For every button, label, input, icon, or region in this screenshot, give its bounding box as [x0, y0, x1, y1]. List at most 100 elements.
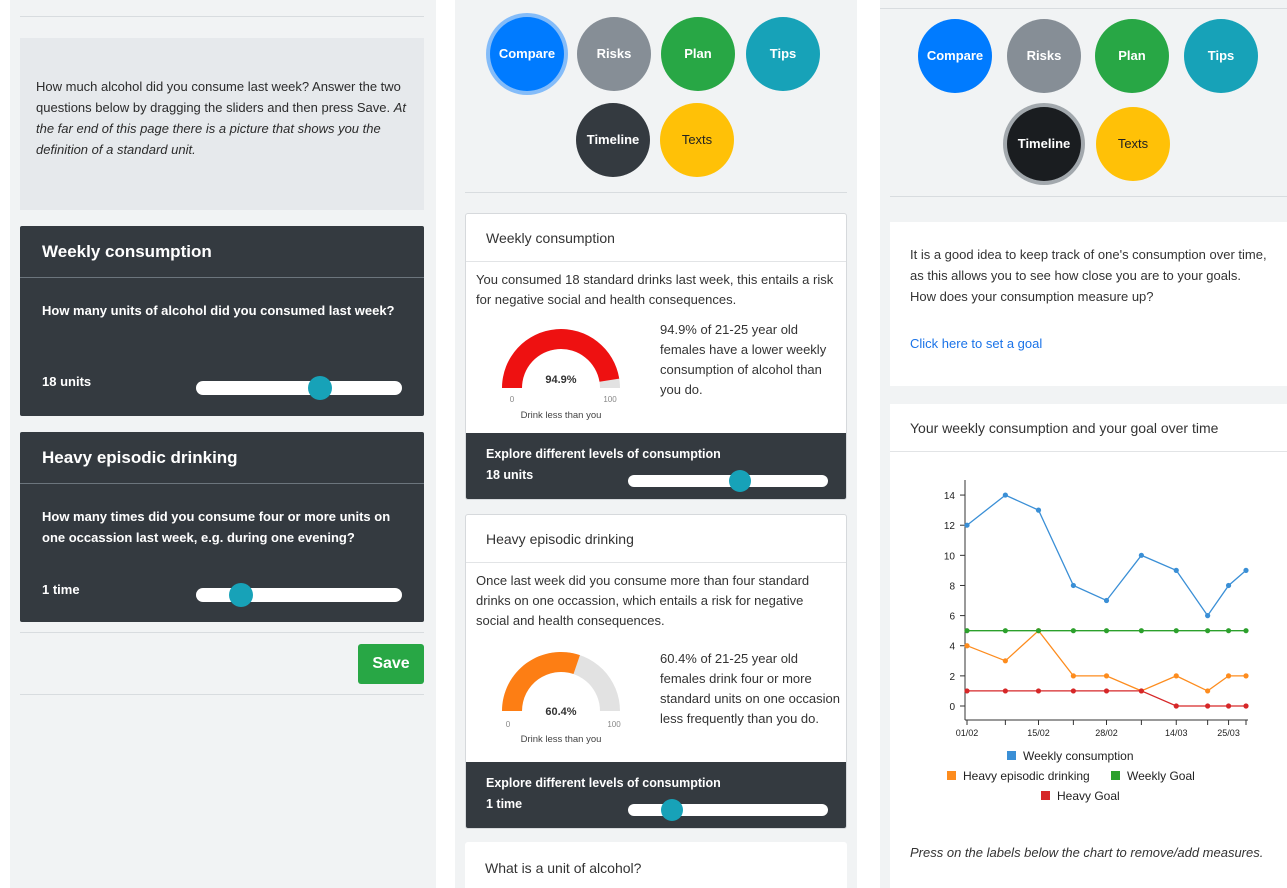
legend-swatch — [947, 771, 956, 780]
data-point — [1173, 703, 1179, 709]
heavy-compare-title: Heavy episodic drinking — [466, 515, 846, 563]
y-tick-label: 10 — [944, 551, 956, 562]
data-point — [964, 522, 970, 528]
divider — [880, 8, 1287, 9]
data-point — [1070, 628, 1076, 634]
y-tick-label: 4 — [949, 642, 955, 653]
x-tick-label: 14/03 — [1165, 728, 1188, 738]
heavy-drinking-value: 1 time — [42, 582, 80, 597]
data-point — [1002, 492, 1008, 498]
slider-thumb[interactable] — [729, 470, 751, 492]
chart-card: Your weekly consumption and your goal ov… — [890, 404, 1287, 888]
slider-thumb[interactable] — [307, 376, 332, 400]
data-point — [1205, 703, 1211, 709]
tip-text: It is a good idea to keep track of one's… — [910, 247, 1267, 304]
weekly-explore-slider[interactable] — [628, 470, 828, 492]
questionnaire-panel: How much alcohol did you consume last we… — [10, 0, 436, 888]
slider-thumb[interactable] — [229, 583, 254, 607]
legend-swatch — [1041, 791, 1050, 800]
gauge-value: 94.9% — [545, 374, 576, 386]
data-point — [1225, 628, 1232, 634]
explore-label: Explore different levels of consumption — [486, 447, 721, 461]
timeline-panel: Compare Risks Plan Tips Timeline Texts I… — [880, 0, 1287, 888]
data-point — [1173, 673, 1179, 679]
timeline-chart: 0 2 4 6 8 10 12 14 01/02 15/02 28/02 14/03 25/03 Week… — [944, 480, 1249, 803]
heavy-drinking-card: Heavy episodic drinking How many times d… — [20, 432, 424, 622]
data-point — [1225, 703, 1232, 709]
tips-button[interactable]: Tips — [1184, 19, 1258, 93]
data-point — [1103, 597, 1110, 604]
data-point — [1225, 582, 1232, 589]
heavy-explore-bar: Explore different levels of consumption … — [466, 762, 846, 828]
explore-label: Explore different levels of consumption — [486, 776, 721, 790]
chart-title: Your weekly consumption and your goal ov… — [890, 404, 1287, 452]
y-tick-label: 12 — [944, 521, 956, 532]
divider — [20, 16, 424, 17]
gauge-fill — [502, 651, 580, 711]
heavy-compare-text: Once last week did you consume more than… — [476, 573, 810, 628]
unit-info-card[interactable]: What is a unit of alcohol? — [465, 842, 847, 888]
plan-button[interactable]: Plan — [1095, 19, 1169, 93]
data-point — [1070, 688, 1076, 694]
data-point — [1070, 673, 1076, 679]
chart-footnote: Press on the labels below the chart to r… — [910, 845, 1264, 860]
data-point — [1173, 628, 1179, 634]
timeline-button[interactable]: Timeline — [576, 103, 650, 177]
data-point — [1103, 628, 1110, 634]
gauge-max: 100 — [603, 395, 617, 404]
gauge-min: 0 — [506, 720, 511, 729]
data-point — [1243, 567, 1249, 573]
weekly-consumption-slider[interactable] — [196, 376, 402, 400]
legend-swatch — [1111, 771, 1120, 780]
compare-button[interactable]: Compare — [490, 17, 564, 91]
intro-text: How much alcohol did you consume last we… — [36, 79, 401, 115]
legend-entry: Weekly Goal — [1127, 769, 1195, 783]
heavy-drinking-slider[interactable] — [196, 583, 402, 607]
plan-button[interactable]: Plan — [661, 17, 735, 91]
risks-button[interactable]: Risks — [577, 17, 651, 91]
data-point — [1035, 688, 1042, 694]
gauge-min: 0 — [510, 395, 515, 404]
legend-entry: Weekly consumption — [1023, 749, 1134, 763]
data-point — [1138, 688, 1144, 694]
gauge-value: 60.4% — [545, 706, 576, 718]
data-point — [1173, 567, 1179, 573]
data-point — [1070, 582, 1076, 589]
save-button[interactable]: Save — [358, 644, 424, 684]
data-point — [1205, 628, 1211, 634]
x-tick-label: 25/03 — [1217, 728, 1240, 738]
data-point — [1035, 507, 1042, 513]
intro-box: How much alcohol did you consume last we… — [20, 38, 424, 210]
timeline-button[interactable]: Timeline — [1007, 107, 1081, 181]
divider — [465, 192, 847, 193]
legend-swatch — [1007, 751, 1016, 760]
data-point — [1138, 552, 1144, 558]
heavy-compare-card: Heavy episodic drinking Once last week d… — [465, 514, 847, 829]
heavy-explore-slider[interactable] — [628, 799, 828, 821]
x-tick-label: 15/02 — [1027, 728, 1050, 738]
slider-thumb[interactable] — [661, 799, 683, 821]
texts-button[interactable]: Texts — [1096, 107, 1170, 181]
data-point — [964, 643, 970, 649]
heavy-drinking-question: How many times did you consume four or m… — [42, 509, 391, 545]
texts-button[interactable]: Texts — [660, 103, 734, 177]
explore-value: 1 time — [486, 797, 523, 811]
data-point — [1035, 628, 1042, 634]
data-point — [1103, 673, 1110, 679]
data-point — [1243, 673, 1249, 679]
gauge-max: 100 — [607, 720, 621, 729]
set-goal-link[interactable]: Click here to set a goal — [910, 333, 1267, 354]
data-point — [964, 628, 970, 634]
data-point — [1243, 628, 1249, 634]
y-tick-label: 2 — [949, 672, 955, 683]
tips-button[interactable]: Tips — [746, 17, 820, 91]
weekly-gauge: 94.9% 0 100 Drink less than you — [496, 326, 626, 426]
data-point — [1243, 703, 1249, 709]
x-tick-label: 28/02 — [1095, 728, 1118, 738]
data-point — [1103, 688, 1110, 694]
weekly-consumption-card: Weekly consumption How many units of alc… — [20, 226, 424, 416]
y-tick-label: 0 — [949, 702, 955, 713]
legend-entry: Heavy episodic drinking — [963, 769, 1090, 783]
compare-button[interactable]: Compare — [918, 19, 992, 93]
risks-button[interactable]: Risks — [1007, 19, 1081, 93]
